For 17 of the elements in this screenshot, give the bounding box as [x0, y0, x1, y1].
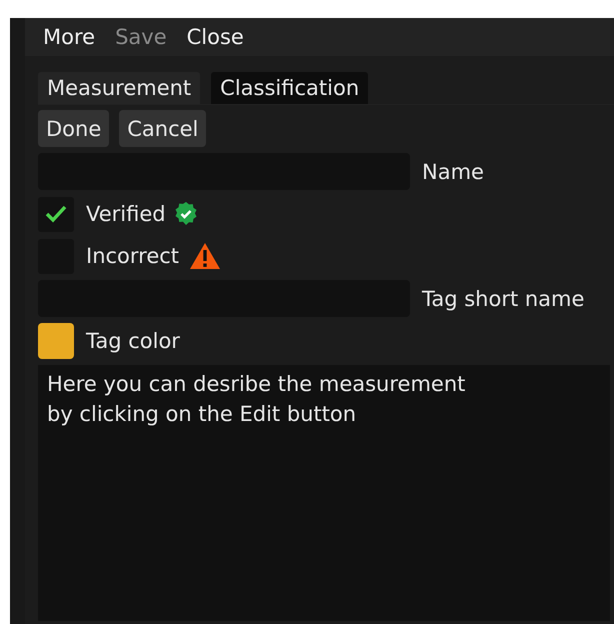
field-label: Tag color	[86, 329, 180, 353]
description-field[interactable]: Here you can desribe the measurement by clicking on the Edit button	[38, 365, 610, 621]
field-label: Name	[422, 160, 484, 184]
checkbox-label: Verified	[86, 202, 166, 226]
warning-icon	[189, 242, 222, 270]
menu-item[interactable]: More	[43, 25, 96, 49]
tab[interactable]: Measurement	[38, 72, 200, 104]
verified-badge-icon	[174, 202, 198, 226]
color-swatch[interactable]	[38, 323, 74, 359]
field-label: Tag short name	[422, 286, 584, 310]
checkmark-icon	[45, 205, 67, 223]
checkbox-label: Incorrect	[86, 244, 180, 268]
tab[interactable]: Classification	[211, 72, 368, 104]
button[interactable]: Done	[38, 110, 110, 147]
button[interactable]: Cancel	[119, 110, 206, 147]
menu-item[interactable]: Close	[186, 25, 244, 49]
checkbox[interactable]	[38, 196, 74, 232]
